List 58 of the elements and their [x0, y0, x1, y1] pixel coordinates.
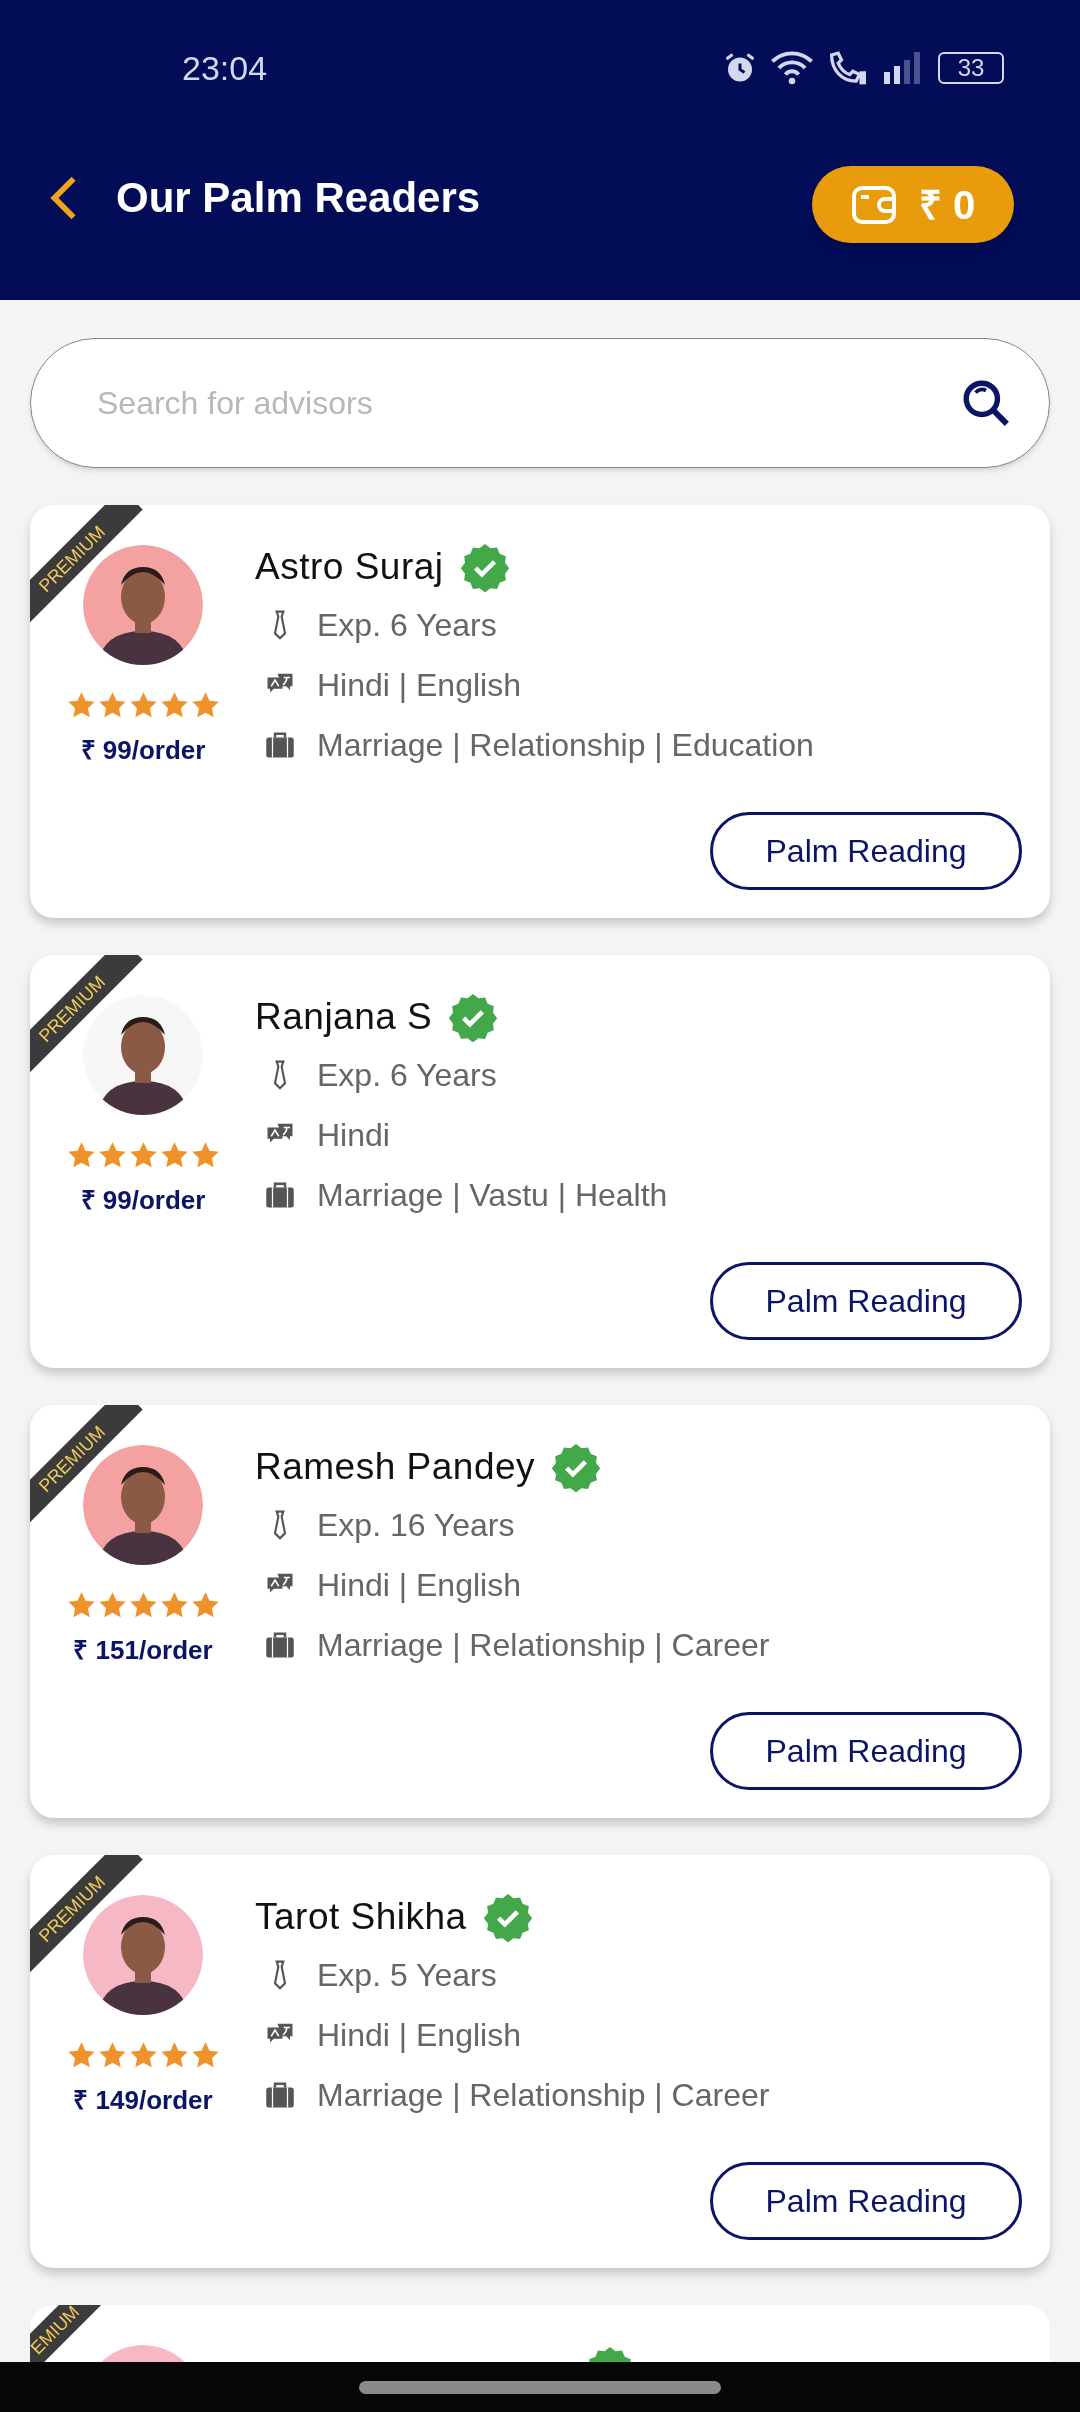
advisor-name: Astro Suraj — [255, 545, 444, 590]
price-label: ₹ 149/order — [73, 2084, 213, 2117]
search-field[interactable]: Search for advisors — [30, 338, 1050, 468]
star-icon — [190, 1141, 220, 1169]
battery-icon: 33 — [938, 52, 1004, 84]
star-icon — [190, 1591, 220, 1619]
palm-reading-button[interactable]: Palm Reading — [710, 2162, 1022, 2240]
star-icon — [128, 691, 158, 719]
star-icon — [97, 1141, 127, 1169]
search-icon[interactable] — [961, 378, 1011, 428]
languages-text: Hindi | English — [317, 666, 521, 705]
search-input[interactable]: Search for advisors — [97, 379, 961, 427]
briefcase-icon — [265, 1631, 295, 1659]
advisor-name: Ranjana S — [255, 995, 433, 1040]
home-indicator[interactable] — [359, 2380, 721, 2394]
specialties-text: Marriage | Relationship | Career — [317, 1626, 770, 1665]
star-icon — [97, 691, 127, 719]
experience-text: Exp. 6 Years — [317, 606, 497, 645]
star-icon — [66, 2041, 96, 2069]
briefcase-icon — [265, 2081, 295, 2109]
star-icon — [66, 1141, 96, 1169]
star-icon — [66, 691, 96, 719]
languages-text: Hindi | English — [317, 2016, 521, 2055]
palm-reading-button[interactable]: Palm Reading — [710, 1262, 1022, 1340]
wallet-icon — [850, 184, 897, 225]
briefcase-icon — [265, 731, 295, 759]
signal-icon — [882, 52, 922, 84]
star-icon — [190, 691, 220, 719]
palm-reading-button[interactable]: Palm Reading — [710, 1712, 1022, 1790]
advisor-name: Ramesh Pandey — [255, 1445, 536, 1490]
star-icon — [190, 2041, 220, 2069]
star-icon — [159, 2041, 189, 2069]
star-icon — [159, 691, 189, 719]
specialties-text: Marriage | Relationship | Career — [317, 2076, 770, 2115]
experience-text: Exp. 6 Years — [317, 1056, 497, 1095]
page-title: Our Palm Readers — [116, 173, 481, 223]
palm-reading-button[interactable]: Palm Reading — [710, 812, 1022, 890]
specialties-text: Marriage | Vastu | Health — [317, 1176, 668, 1215]
price-label: ₹ 151/order — [73, 1634, 213, 1667]
experience-text: Exp. 5 Years — [317, 1956, 497, 1995]
star-icon — [97, 1591, 127, 1619]
star-icon — [128, 1141, 158, 1169]
star-icon — [128, 1591, 158, 1619]
price-label: ₹ 99/order — [80, 1184, 206, 1217]
star-icon — [66, 1591, 96, 1619]
status-time: 23:04 — [182, 47, 268, 89]
star-icon — [128, 2041, 158, 2069]
specialties-text: Marriage | Relationship | Education — [317, 726, 814, 765]
wifi-icon — [770, 50, 814, 86]
price-label: ₹ 99/order — [80, 734, 206, 767]
languages-text: Hindi | English — [317, 1566, 521, 1605]
languages-text: Hindi — [317, 1116, 390, 1155]
advisor-name: Tarot Shikha — [255, 1895, 467, 1940]
star-icon — [159, 1591, 189, 1619]
star-icon — [97, 2041, 127, 2069]
experience-text: Exp. 16 Years — [317, 1506, 515, 1545]
briefcase-icon — [265, 1181, 295, 1209]
star-icon — [159, 1141, 189, 1169]
